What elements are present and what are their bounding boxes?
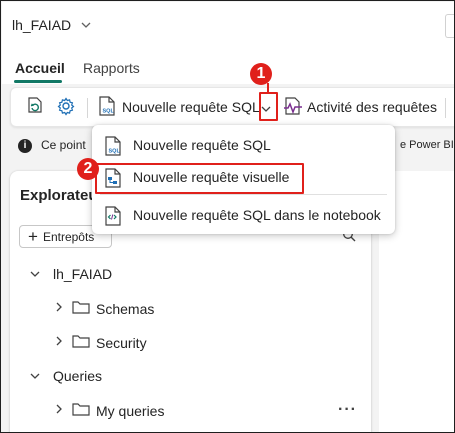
folder-icon (72, 402, 90, 419)
tree-item-schemas[interactable]: Schemas (52, 300, 154, 317)
menu-item-new-sql-query[interactable]: SQL Nouvelle requête SQL (92, 129, 395, 161)
highlight-box-dropdown (259, 92, 278, 121)
chevron-down-icon (28, 370, 42, 382)
title-bar: lh_FAIAD (2, 2, 454, 48)
add-warehouses-label: Entrepôts (42, 229, 95, 244)
tree-item-queries[interactable]: Queries (28, 368, 102, 384)
ribbon-toolbar: SQL Nouvelle requête SQL Activité des re… (10, 87, 454, 127)
menu-divider (100, 194, 387, 195)
refresh-button[interactable] (25, 88, 45, 126)
chevron-right-icon (52, 336, 66, 349)
workspace-name: lh_FAIAD (12, 17, 72, 33)
ribbon-divider (87, 98, 88, 118)
tab-rapports[interactable]: Rapports (83, 60, 140, 76)
refresh-icon (25, 96, 45, 119)
tree-item-lakehouse[interactable]: lh_FAIAD (28, 266, 112, 282)
tab-accueil[interactable]: Accueil (15, 60, 65, 76)
more-options-icon[interactable]: ··· (338, 401, 357, 419)
tree-item-label: Security (96, 334, 147, 351)
menu-item-label: Nouvelle requête SQL (133, 137, 271, 153)
sql-file-icon: SQL (98, 95, 116, 119)
ribbon-tabs: Accueil Rapports (2, 48, 454, 84)
menu-item-new-sql-in-notebook[interactable]: Nouvelle requête SQL dans le notebook (92, 199, 395, 231)
step-2-badge: 2 (77, 158, 99, 180)
chevron-right-icon (52, 302, 66, 315)
svg-text:SQL: SQL (109, 149, 121, 155)
sql-file-icon: SQL (104, 136, 122, 159)
folder-icon (72, 334, 90, 351)
chevron-down-icon (81, 20, 91, 31)
tree-item-security[interactable]: Security (52, 334, 147, 351)
chevron-right-icon (52, 404, 66, 417)
menu-item-label: Nouvelle requête SQL dans le notebook (133, 207, 381, 223)
app-frame: lh_FAIAD Accueil Rapports SQL Nouvelle r… (0, 0, 455, 433)
chevron-down-icon (28, 268, 42, 280)
info-icon: i (18, 139, 32, 153)
folder-icon (72, 300, 90, 317)
tree-item-my-queries[interactable]: My queries (52, 402, 164, 419)
workspace-switcher[interactable]: lh_FAIAD (12, 17, 91, 33)
tree-item-label: My queries (96, 402, 165, 419)
plus-icon: + (28, 227, 38, 246)
query-activity-label: Activité des requêtes (307, 99, 437, 115)
active-tab-indicator (14, 80, 62, 83)
info-message: Ce point (41, 138, 86, 152)
gear-icon (56, 96, 76, 119)
tree-item-label: lh_FAIAD (53, 266, 113, 282)
query-activity-button[interactable]: Activité des requêtes (283, 88, 437, 126)
search-box-edge[interactable] (445, 14, 454, 38)
svg-text:SQL: SQL (103, 108, 115, 114)
ribbon-divider (445, 98, 446, 118)
new-sql-query-label: Nouvelle requête SQL (122, 99, 260, 115)
tree-item-label: Schemas (96, 300, 155, 317)
new-sql-query-button[interactable]: SQL Nouvelle requête SQL (98, 88, 260, 126)
explorer-title: Explorateu (20, 187, 98, 204)
settings-button[interactable] (56, 88, 76, 126)
activity-icon (283, 96, 303, 119)
info-message-tail: e Power BI (400, 139, 454, 151)
notebook-icon (104, 206, 122, 229)
step-1-badge: 1 (250, 63, 272, 85)
highlight-box-visual-query (95, 163, 304, 194)
tree-item-label: Queries (53, 368, 103, 384)
